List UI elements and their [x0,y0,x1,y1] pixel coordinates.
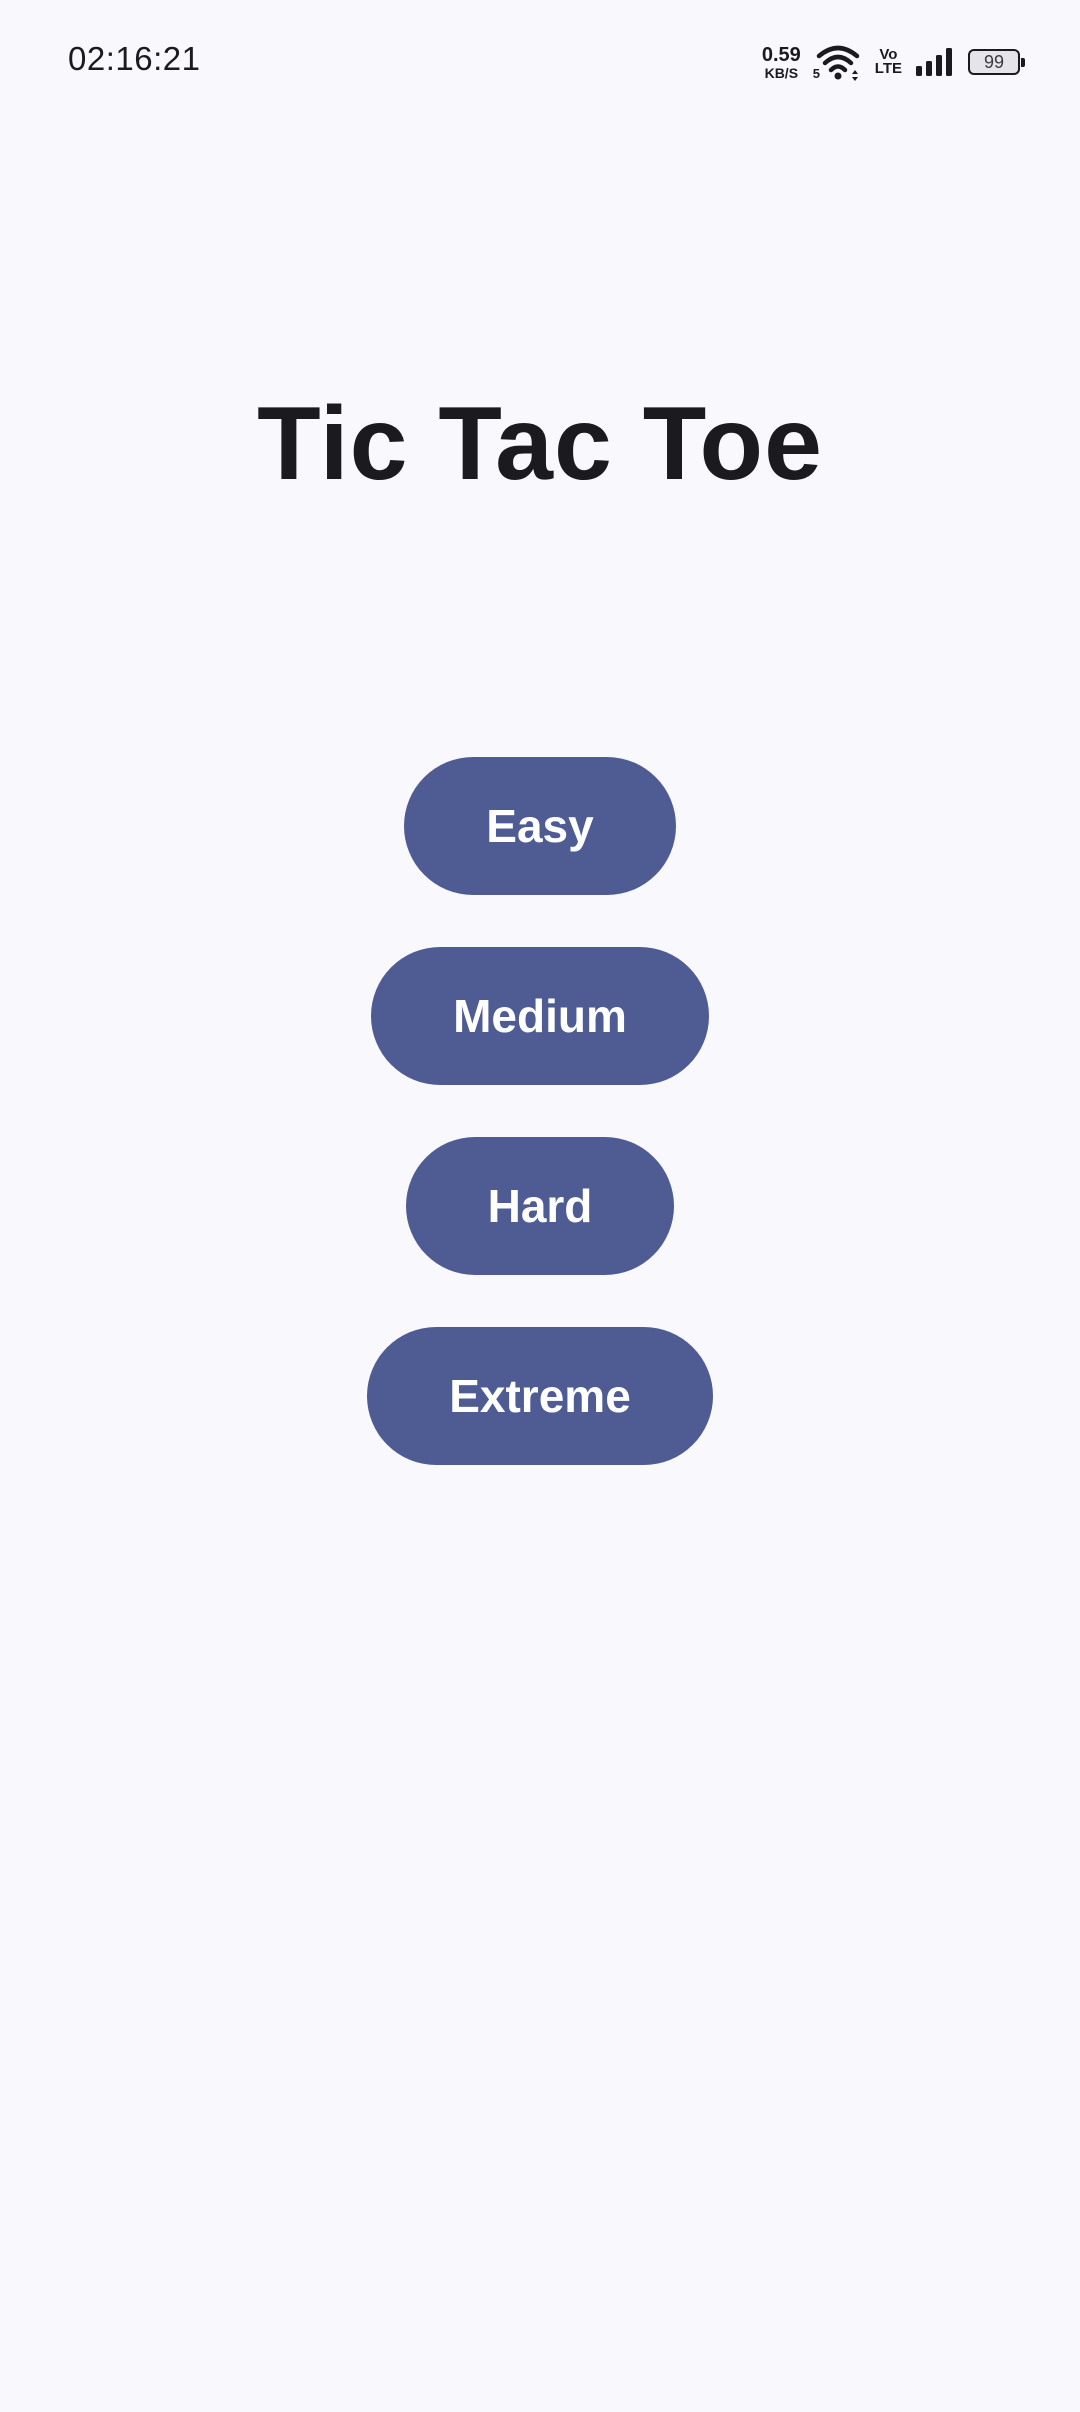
status-bar: 02:16:21 0.59 KB/S 5 Vo LTE 99 [0,0,1080,124]
wifi-generation: 5 [812,66,821,81]
status-time: 02:16:21 [68,40,201,77]
network-speed-unit: KB/S [764,64,799,81]
battery-level: 99 [983,51,1005,72]
status-icons: 0.59 KB/S 5 Vo LTE 99 [762,40,1025,84]
difficulty-menu: Easy Medium Hard Extreme [0,757,1080,1465]
volte-icon: Vo LTE [874,47,902,77]
signal-icon [916,48,952,76]
hard-button[interactable]: Hard [405,1137,675,1275]
wifi-icon: 5 [812,42,861,82]
medium-button[interactable]: Medium [371,947,709,1085]
extreme-button[interactable]: Extreme [367,1327,713,1465]
network-speed-value: 0.59 [761,43,801,66]
volte-bottom-label: LTE [874,60,902,77]
app-title: Tic Tac Toe [257,386,823,502]
battery-icon: 99 [968,49,1025,75]
easy-button[interactable]: Easy [404,757,676,895]
network-speed: 0.59 KB/S [762,45,801,80]
